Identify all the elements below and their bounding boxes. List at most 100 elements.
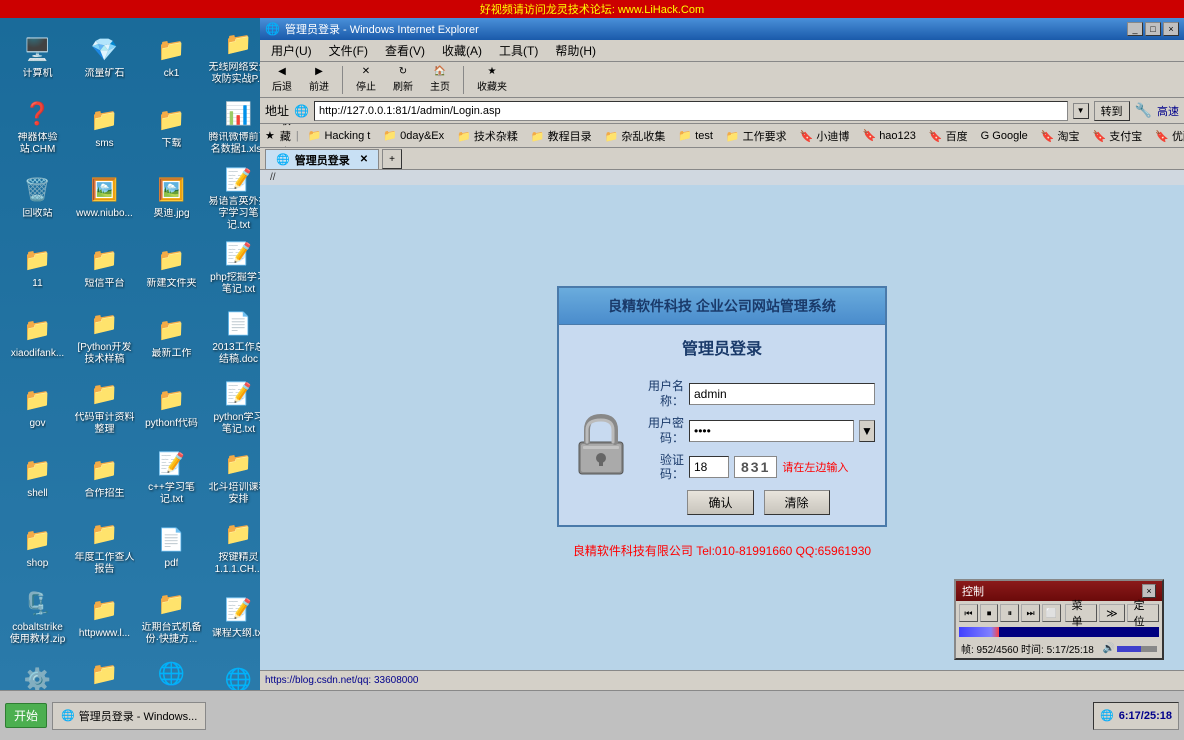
refresh-button[interactable]: ↻ 刷新 <box>386 63 420 96</box>
favorites-button[interactable]: ★ 收藏夹 <box>470 63 514 96</box>
password-eye-button[interactable]: ▼ <box>859 420 875 442</box>
username-label: 用户名称： <box>642 379 684 408</box>
ctrl-fullscreen-button[interactable]: ⬜ <box>1042 604 1061 622</box>
desktop-icon-chrome[interactable]: 🌐 Google Chrome <box>139 653 204 690</box>
desktop-icon-神器[interactable]: ❓ 神器体验站.CHM <box>5 93 70 161</box>
bookmark-tutorial[interactable]: 📁 教程目录 <box>527 127 596 145</box>
menu-help[interactable]: 帮助(H) <box>549 40 602 61</box>
desktop-icon-tencent[interactable]: 📊 腾讯微博前百名数据1.xlsx <box>206 93 260 161</box>
desktop-icon-xiaodifank[interactable]: 📁 xiaodifank... <box>5 303 70 371</box>
ctrl-prev-button[interactable]: ⏮ <box>959 604 978 622</box>
bookmark-taobao[interactable]: 🔖 淘宝 <box>1037 127 1084 145</box>
menu-file[interactable]: 文件(F) <box>323 40 374 61</box>
new-tab-button[interactable]: + <box>382 149 402 169</box>
menu-user[interactable]: 用户(U) <box>265 40 318 61</box>
desktop-icon-phplearn[interactable]: 📝 php挖掘学习笔记.txt <box>206 233 260 301</box>
taskbar-time: 6:17/25:18 <box>1119 710 1172 722</box>
desktop-icon-pdf[interactable]: 📄 pdf <box>139 513 204 581</box>
control-progress-bar[interactable] <box>959 627 1159 637</box>
desktop-icon-aodi[interactable]: 🖼️ 奥迪.jpg <box>139 163 204 231</box>
desktop-icon-wireless[interactable]: 📁 无线网络安全攻防实战P... <box>206 23 260 91</box>
desktop-icon-gov[interactable]: 📁 gov <box>5 373 70 441</box>
desktop-icon-11[interactable]: 📁 11 <box>5 233 70 301</box>
bookmark-test[interactable]: 📁 test <box>674 128 716 143</box>
bookmark-label: 收藏夹 <box>280 124 291 148</box>
ctrl-next2-button[interactable]: ≫ <box>1099 604 1125 622</box>
desktop-icon-ck1[interactable]: 📁 ck1 <box>139 23 204 91</box>
desktop-icon-shell[interactable]: 📁 shell <box>5 443 70 511</box>
desktop-icon-english[interactable]: 📝 易语言英外挂字学习笔记.txt <box>206 163 260 231</box>
desktop-icon-cpplearn[interactable]: 📝 c++学习笔记.txt <box>139 443 204 511</box>
address-input[interactable] <box>314 101 1068 121</box>
bookmark-hackingt[interactable]: 📁 Hacking t <box>304 128 375 143</box>
desktop-icon-keyboard[interactable]: 📁 按键精灵1.1.1.CH... <box>206 513 260 581</box>
home-button[interactable]: 🏠 主页 <box>423 63 457 96</box>
close-button[interactable]: × <box>1163 22 1179 36</box>
desktop-icon-wordpress[interactable]: 🌐 WordPres... <box>206 653 260 690</box>
username-input[interactable] <box>689 383 875 405</box>
desktop-icon-audit[interactable]: 📁 代码审计资料整理 <box>72 373 137 441</box>
menu-view[interactable]: 查看(V) <box>379 40 431 61</box>
bookmark-xiaodi[interactable]: 🔖 小迪博 <box>796 127 854 145</box>
desktop-icon-beidou[interactable]: 📁 北斗培训课程安排 <box>206 443 260 511</box>
tab-close-icon[interactable]: ✕ <box>360 154 368 165</box>
tab-admin-login[interactable]: 🌐 管理员登录 ✕ <box>265 149 379 169</box>
go-button[interactable]: 转到 <box>1094 101 1130 121</box>
clear-button[interactable]: 清除 <box>764 490 830 515</box>
forward-button[interactable]: ▶ 前进 <box>302 63 336 96</box>
desktop-icon-download[interactable]: 📁 下载 <box>139 93 204 161</box>
desktop-icon-python[interactable]: 📁 [Python开发技术样稿 <box>72 303 137 371</box>
ctrl-next-button[interactable]: ⏭ <box>1021 604 1040 622</box>
bookmark-alipay[interactable]: 🔖 支付宝 <box>1089 127 1147 145</box>
desktop-icon-latestwork[interactable]: 📁 最新工作 <box>139 303 204 371</box>
confirm-button[interactable]: 确认 <box>687 490 753 515</box>
start-button[interactable]: 开始 <box>5 703 47 728</box>
stop-button[interactable]: ✕ 停止 <box>349 63 383 96</box>
bookmark-misc[interactable]: 📁 杂乱收集 <box>601 127 670 145</box>
desktop-icon-recycle[interactable]: 🗑️ 回收站 <box>5 163 70 231</box>
control-panel-close-button[interactable]: × <box>1142 584 1156 598</box>
volume-track[interactable] <box>1117 646 1157 652</box>
desktop-icon-newfile[interactable]: 📁 新建文件夹 <box>139 233 204 301</box>
ctrl-locate-button[interactable]: 定位 <box>1127 604 1159 622</box>
desktop-icon-httpwww[interactable]: 📁 httpwww.l... <box>72 583 137 651</box>
bookmark-google[interactable]: G Google <box>977 129 1032 143</box>
taskbar-items: 🌐 管理员登录 - Windows... <box>52 702 1093 730</box>
desktop-icon-computer[interactable]: 🖥️ 计算机 <box>5 23 70 91</box>
login-fields: 用户名称： 用户密码： ▼ <box>642 379 875 514</box>
ctrl-stop-button[interactable]: ⏹ <box>980 604 999 622</box>
bookmark-baidu[interactable]: 🔖 百度 <box>925 127 972 145</box>
maximize-button[interactable]: □ <box>1145 22 1161 36</box>
bookmark-0day[interactable]: 📁 0day&Ex <box>379 128 448 143</box>
ctrl-menu-button[interactable]: 菜单 <box>1065 604 1097 622</box>
desktop-icon-yearwork[interactable]: 📁 年度工作查人报告 <box>72 513 137 581</box>
desktop-icon-pythonlearn[interactable]: 📝 python学习笔记.txt <box>206 373 260 441</box>
desktop-icon-testexe[interactable]: ⚙️ test.exe <box>5 653 70 690</box>
desktop-icon-shortmsg[interactable]: 📁 短信平台 <box>72 233 137 301</box>
menu-tools[interactable]: 工具(T) <box>493 40 544 61</box>
taskbar-ie-item[interactable]: 🌐 管理员登录 - Windows... <box>52 702 206 730</box>
ctrl-pause-button[interactable]: ⏸ <box>1000 604 1019 622</box>
desktop-icon-recruit[interactable]: 📁 合作招生 <box>72 443 137 511</box>
desktop-icon-recent[interactable]: 📁 近期台式机备份·快捷方... <box>139 583 204 651</box>
address-dropdown-button[interactable]: ▼ <box>1073 103 1089 119</box>
password-input[interactable] <box>689 420 854 442</box>
bookmark-youku[interactable]: 🔖 优酷 <box>1151 127 1184 145</box>
bookmark-tech[interactable]: 📁 技术杂糅 <box>453 127 522 145</box>
desktop-icon-sms[interactable]: 📁 sms <box>72 93 137 161</box>
desktop-icon-pythonf[interactable]: 📁 pythonf代码 <box>139 373 204 441</box>
back-button[interactable]: ◀ 后退 <box>265 63 299 96</box>
desktop-icon-cobaltstrike3[interactable]: 📁 cobaltstrike使用教材 <box>72 653 137 690</box>
bookmark-hao123[interactable]: 🔖 hao123 <box>858 128 919 143</box>
toolbar: ◀ 后退 ▶ 前进 ✕ 停止 ↻ 刷新 🏠 主页 ★ 收藏夹 <box>260 62 1184 98</box>
desktop-icon-shop[interactable]: 📁 shop <box>5 513 70 581</box>
bookmark-workreq[interactable]: 📁 工作要求 <box>722 127 791 145</box>
minimize-button[interactable]: _ <box>1127 22 1143 36</box>
desktop-icon-work2013[interactable]: 📄 2013工作总结稿.doc <box>206 303 260 371</box>
desktop-icon-niubo[interactable]: 🖼️ www.niubo... <box>72 163 137 231</box>
desktop-icon-mining[interactable]: 💎 流量矿石 <box>72 23 137 91</box>
menu-favorites[interactable]: 收藏(A) <box>436 40 488 61</box>
desktop-icon-cobaltzip[interactable]: 🗜️ cobaltstrike使用教材.zip <box>5 583 70 651</box>
captcha-input[interactable] <box>689 456 729 478</box>
desktop-icon-course[interactable]: 📝 课程大纲.txt <box>206 583 260 651</box>
